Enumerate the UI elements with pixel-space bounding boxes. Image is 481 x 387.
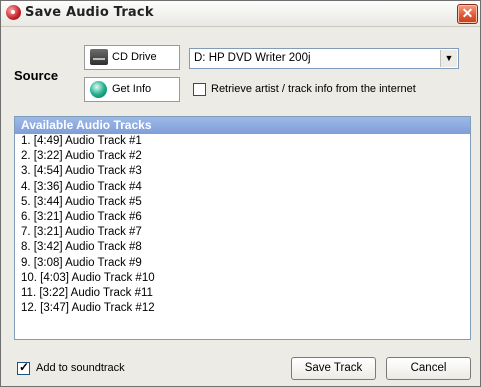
- track-item[interactable]: 5. [3:44] Audio Track #5: [15, 195, 470, 210]
- close-button[interactable]: ✕: [457, 4, 478, 24]
- retrieve-info-checkbox[interactable]: [193, 83, 206, 96]
- globe-icon: [90, 81, 107, 98]
- save-track-button[interactable]: Save Track: [291, 357, 376, 380]
- close-icon: ✕: [461, 5, 474, 21]
- source-label: Source: [14, 68, 59, 83]
- checkmark-icon: ✓: [19, 360, 30, 374]
- app-icon: [6, 5, 21, 20]
- track-item[interactable]: 10. [4:03] Audio Track #10: [15, 271, 470, 286]
- track-item[interactable]: 11. [3:22] Audio Track #11: [15, 286, 470, 301]
- get-info-label: Get Info: [112, 83, 152, 95]
- window-title: Save Audio Track: [25, 5, 154, 20]
- save-audio-track-dialog: Save Audio Track ✕ Source CD Drive D: HP…: [0, 0, 481, 387]
- drive-select-value: D: HP DVD Writer 200j: [194, 52, 311, 64]
- track-item[interactable]: 4. [3:36] Audio Track #4: [15, 180, 470, 195]
- drive-select[interactable]: D: HP DVD Writer 200j ▼: [189, 48, 459, 69]
- tracks-list-header: Available Audio Tracks: [15, 117, 470, 134]
- track-item[interactable]: 1. [4:49] Audio Track #1: [15, 134, 470, 149]
- available-tracks-list[interactable]: Available Audio Tracks 1. [4:49] Audio T…: [14, 116, 471, 340]
- add-to-soundtrack-checkbox[interactable]: ✓: [17, 360, 30, 375]
- retrieve-info-label: Retrieve artist / track info from the in…: [211, 83, 416, 95]
- get-info-button[interactable]: Get Info: [84, 77, 180, 102]
- track-item[interactable]: 6. [3:21] Audio Track #6: [15, 210, 470, 225]
- title-bar[interactable]: Save Audio Track ✕: [1, 1, 480, 27]
- cancel-button[interactable]: Cancel: [386, 357, 471, 380]
- track-item[interactable]: 7. [3:21] Audio Track #7: [15, 225, 470, 240]
- track-item[interactable]: 12. [3:47] Audio Track #12: [15, 301, 470, 316]
- cd-drive-icon: [90, 49, 108, 65]
- track-item[interactable]: 2. [3:22] Audio Track #2: [15, 149, 470, 164]
- chevron-down-icon[interactable]: ▼: [440, 50, 457, 67]
- add-to-soundtrack-label: Add to soundtrack: [36, 362, 125, 374]
- track-item[interactable]: 8. [3:42] Audio Track #8: [15, 240, 470, 255]
- track-item[interactable]: 3. [4:54] Audio Track #3: [15, 164, 470, 179]
- track-item[interactable]: 9. [3:08] Audio Track #9: [15, 256, 470, 271]
- cd-drive-button[interactable]: CD Drive: [84, 45, 180, 70]
- cd-drive-label: CD Drive: [112, 51, 157, 63]
